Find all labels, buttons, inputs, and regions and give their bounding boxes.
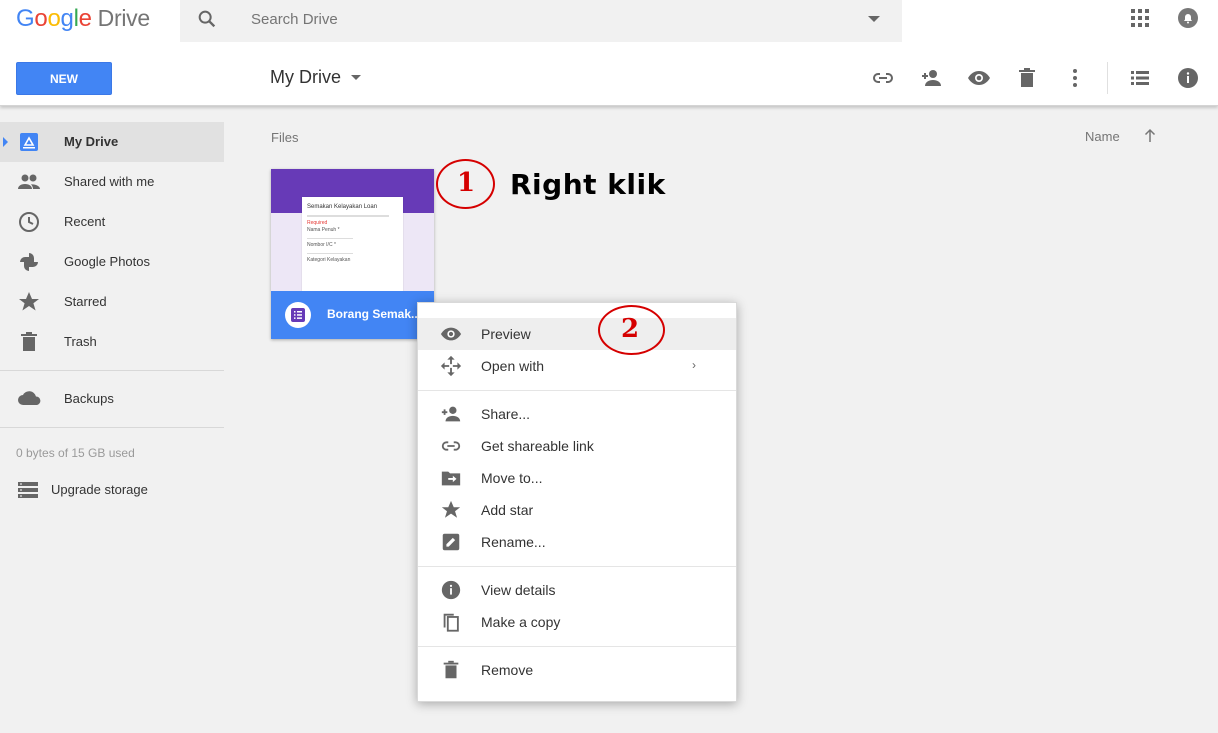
sort-by-name[interactable]: Name [1085,129,1120,144]
sidebar-item-label: Trash [64,334,97,349]
menu-item-label: Add star [481,502,534,518]
move-arrows-icon [440,355,462,377]
menu-item-get-link[interactable]: Get shareable link [418,430,736,462]
file-card[interactable]: Semakan Kelayakan Loan Required Nama Pen… [271,169,434,339]
star-icon [17,290,41,314]
menu-item-open-with[interactable]: Open with › [418,350,736,382]
sidebar-item-backups[interactable]: Backups [0,379,224,419]
menu-item-label: Move to... [481,470,543,486]
menu-item-label: Open with [481,358,545,374]
sidebar-item-shared[interactable]: Shared with me [0,162,224,202]
menu-item-label: Make a copy [481,614,561,630]
menu-item-make-copy[interactable]: Make a copy [418,606,736,638]
sidebar-item-label: Starred [64,294,107,309]
annotation-text: Right klik [510,168,666,201]
menu-divider [418,390,736,391]
menu-item-label: Get shareable link [481,438,594,454]
toolbar-divider [1107,62,1108,94]
files-section-label: Files [271,130,299,145]
menu-item-label: Remove [481,662,534,678]
sidebar-item-label: Backups [64,391,114,406]
sidebar-item-label: Recent [64,214,106,229]
expand-arrow-icon[interactable] [3,137,8,147]
sidebar-item-google-photos[interactable]: Google Photos [0,242,224,282]
menu-item-preview[interactable]: Preview [418,318,736,350]
menu-item-view-details[interactable]: View details [418,574,736,606]
sidebar-item-label: Google Photos [64,254,151,269]
people-icon [17,170,41,194]
add-person-icon[interactable] [919,66,943,90]
pinwheel-icon [17,250,41,274]
context-menu: Preview Open with › Share... Get shareab… [417,302,737,702]
drive-icon [17,130,41,154]
eye-icon[interactable] [967,66,991,90]
search-options-icon[interactable] [868,16,880,22]
sidebar: My Drive Shared with me Recent Google Ph… [0,107,224,510]
search-input[interactable]: Search Drive [251,11,338,28]
search-bar[interactable]: Search Drive [180,0,902,42]
upgrade-storage-link[interactable]: Upgrade storage [0,470,224,510]
sidebar-item-recent[interactable]: Recent [0,202,224,242]
menu-item-label: Preview [481,326,531,342]
sidebar-item-trash[interactable]: Trash [0,322,224,362]
forms-icon [285,302,311,328]
list-view-icon[interactable] [1128,66,1152,90]
folder-move-icon [440,467,462,489]
menu-item-share[interactable]: Share... [418,398,736,430]
new-button[interactable]: NEW [16,62,112,95]
sidebar-item-label: My Drive [64,134,119,149]
notifications-icon[interactable] [1176,6,1200,30]
menu-item-label: View details [481,582,556,598]
menu-item-rename[interactable]: Rename... [418,526,736,558]
sidebar-item-my-drive[interactable]: My Drive [0,122,224,162]
menu-item-add-star[interactable]: Add star [418,494,736,526]
star-icon [440,499,462,521]
eye-icon [440,323,462,345]
chevron-down-icon [351,75,361,80]
sidebar-divider [0,427,224,428]
copy-icon [440,611,462,633]
apps-grid-icon[interactable] [1128,6,1152,30]
more-vert-icon[interactable] [1063,66,1087,90]
trash-icon[interactable] [1015,66,1039,90]
my-drive-dropdown[interactable]: My Drive [270,67,361,88]
sidebar-item-label: Shared with me [64,174,155,189]
menu-item-label: Rename... [481,534,546,550]
add-person-icon [440,403,462,425]
upgrade-storage-label: Upgrade storage [51,482,148,497]
file-thumbnail: Semakan Kelayakan Loan Required Nama Pen… [302,197,403,291]
trash-icon [17,330,41,354]
sidebar-item-starred[interactable]: Starred [0,282,224,322]
menu-divider [418,566,736,567]
menu-item-remove[interactable]: Remove [418,654,736,686]
cloud-icon [17,387,41,411]
page-title: My Drive [270,67,341,87]
info-icon[interactable] [1176,66,1200,90]
annotation-number-1: 1 [457,168,476,198]
chevron-right-icon: › [692,358,696,372]
top-bar: Google Drive Search Drive NEW My Drive [0,0,1218,106]
clock-icon [17,210,41,234]
annotation-number-2: 2 [621,314,640,344]
link-icon[interactable] [871,66,895,90]
storage-icon [16,478,40,505]
file-name: Borang Semak... [327,307,422,321]
search-icon[interactable] [196,8,218,35]
file-card-footer[interactable]: Borang Semak... [271,291,434,339]
storage-usage: 0 bytes of 15 GB used [16,446,135,460]
menu-item-label: Share... [481,406,531,422]
menu-item-move-to[interactable]: Move to... [418,462,736,494]
sidebar-divider [0,370,224,371]
menu-divider [418,646,736,647]
edit-icon [440,531,462,553]
info-icon [440,579,462,601]
google-drive-logo[interactable]: Google Drive [16,5,150,33]
trash-icon [440,659,462,681]
sort-arrow-up-icon[interactable] [1141,127,1159,150]
link-icon [440,435,462,457]
